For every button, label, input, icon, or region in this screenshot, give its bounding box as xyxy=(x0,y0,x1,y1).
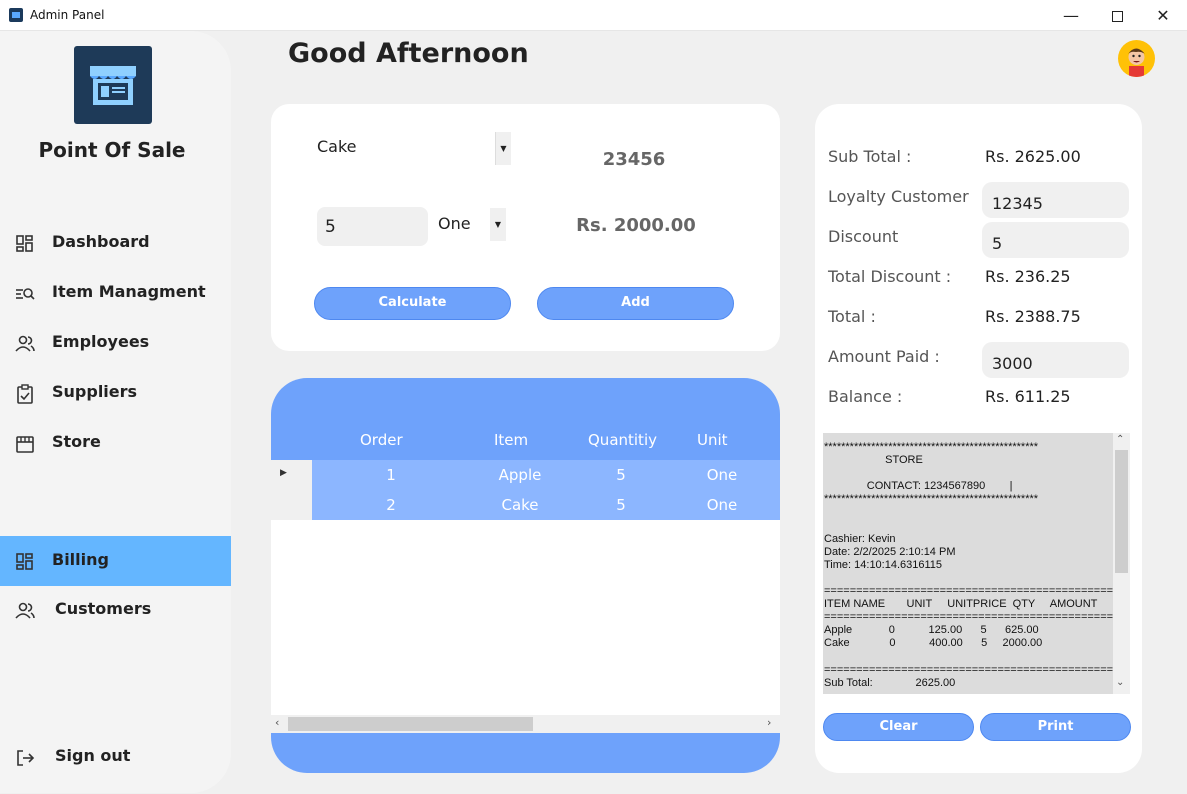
sidebar-item-label: Store xyxy=(52,432,101,451)
amount-paid-label: Amount Paid : xyxy=(828,347,940,366)
store-icon xyxy=(16,436,34,453)
scroll-right-icon[interactable]: › xyxy=(767,716,771,729)
sidebar-item-label: Billing xyxy=(52,550,109,569)
clipboard-check-icon xyxy=(17,384,33,404)
item-entry-card: Cake ▼ 23456 5 One ▼ Rs. 2000.00 Calcula… xyxy=(271,104,780,351)
total-discount-label: Total Discount : xyxy=(828,267,952,286)
table-row[interactable]: 1 Apple 5 One xyxy=(312,460,780,490)
cell-quantity: 5 xyxy=(616,466,626,484)
add-button[interactable]: Add xyxy=(537,287,734,320)
sub-total-value: Rs. 2625.00 xyxy=(985,147,1081,166)
print-button[interactable]: Print xyxy=(980,713,1131,741)
sidebar-item-label: Customers xyxy=(55,599,152,618)
minimize-button[interactable]: — xyxy=(1048,0,1094,31)
brand-title: Point Of Sale xyxy=(38,138,186,162)
sidebar-item-label: Suppliers xyxy=(52,382,138,401)
discount-label: Discount xyxy=(828,227,899,246)
item-search-icon xyxy=(16,288,35,300)
quantity-input[interactable]: 5 xyxy=(317,207,428,246)
item-code: 23456 xyxy=(602,149,666,170)
maximize-button[interactable] xyxy=(1094,0,1140,31)
column-header-order[interactable]: Order xyxy=(360,431,403,449)
scrollbar-thumb[interactable] xyxy=(1115,450,1128,573)
caret-down-icon: ▼ xyxy=(500,144,507,153)
column-header-unit[interactable]: Unit xyxy=(697,431,728,449)
sidebar-item-store[interactable]: Store xyxy=(0,418,231,468)
sidebar: Point Of Sale Dashboard Item Managment E… xyxy=(0,31,231,793)
sidebar-item-label: Employees xyxy=(52,332,150,351)
total-label: Total : xyxy=(828,307,876,326)
balance-value: Rs. 611.25 xyxy=(985,387,1071,406)
sidebar-item-sign-out[interactable]: Sign out xyxy=(0,732,231,782)
users-icon xyxy=(15,602,35,619)
sidebar-item-customers[interactable]: Customers xyxy=(0,585,231,635)
discount-input[interactable]: 5 xyxy=(982,222,1129,258)
loyalty-customer-label: Loyalty Customer xyxy=(828,187,969,206)
store-logo-icon xyxy=(90,66,136,105)
store-logo xyxy=(74,46,152,124)
title-bar: Admin Panel — ✕ xyxy=(0,0,1187,31)
app-icon xyxy=(9,8,23,22)
cell-order: 1 xyxy=(386,466,396,484)
dashboard-icon xyxy=(16,235,33,252)
unit-dropdown-button[interactable]: ▼ xyxy=(490,208,506,241)
user-avatar-icon xyxy=(1128,48,1145,77)
balance-label: Balance : xyxy=(828,387,903,406)
loyalty-customer-input[interactable]: 12345 xyxy=(982,182,1129,218)
receipt-text: ****************************************… xyxy=(824,441,1120,689)
cell-quantity: 5 xyxy=(616,496,626,514)
horizontal-scrollbar[interactable]: ‹ › xyxy=(271,715,780,733)
maximize-icon xyxy=(1111,11,1123,22)
sidebar-item-label: Sign out xyxy=(55,746,131,765)
table-empty-area xyxy=(271,520,780,733)
sign-out-icon xyxy=(17,750,35,766)
column-header-quantity[interactable]: Quantitiy xyxy=(588,431,657,449)
sidebar-item-label: Dashboard xyxy=(52,232,150,251)
calculate-button[interactable]: Calculate xyxy=(314,287,511,320)
receipt-vertical-scrollbar[interactable]: ⌃ ⌄ xyxy=(1113,433,1130,694)
close-button[interactable]: ✕ xyxy=(1140,0,1186,31)
order-table: Order Item Quantitiy Unit ▶ 1 Apple 5 On… xyxy=(271,378,780,773)
clear-button[interactable]: Clear xyxy=(823,713,974,741)
total-discount-value: Rs. 236.25 xyxy=(985,267,1071,286)
sidebar-item-label: Item Managment xyxy=(52,282,206,301)
column-header-item[interactable]: Item xyxy=(494,431,528,449)
amount-paid-input[interactable]: 3000 xyxy=(982,342,1129,378)
scroll-left-icon[interactable]: ‹ xyxy=(275,716,279,729)
total-value: Rs. 2388.75 xyxy=(985,307,1081,326)
page-title: Good Afternoon xyxy=(288,38,529,69)
sidebar-item-suppliers[interactable]: Suppliers xyxy=(0,368,231,418)
scrollbar-thumb[interactable] xyxy=(288,717,533,731)
table-row[interactable]: 2 Cake 5 One xyxy=(312,490,780,520)
cell-item: Cake xyxy=(501,496,539,514)
item-price: Rs. 2000.00 xyxy=(576,215,696,236)
item-dropdown-button[interactable]: ▼ xyxy=(495,132,511,165)
window-title: Admin Panel xyxy=(30,8,105,22)
avatar[interactable] xyxy=(1118,40,1155,77)
item-select[interactable]: Cake xyxy=(317,137,357,156)
cell-order: 2 xyxy=(386,496,396,514)
row-header-column[interactable] xyxy=(271,460,312,520)
sidebar-item-employees[interactable]: Employees xyxy=(0,318,231,368)
sub-total-label: Sub Total : xyxy=(828,147,912,166)
scroll-down-icon[interactable]: ⌄ xyxy=(1116,677,1124,688)
cell-unit: One xyxy=(706,466,738,484)
cell-item: Apple xyxy=(498,466,542,484)
unit-select[interactable]: One xyxy=(438,214,471,233)
receipt-preview[interactable]: ****************************************… xyxy=(823,433,1130,694)
sidebar-item-item-managment[interactable]: Item Managment xyxy=(0,268,231,318)
bill-summary-card: Sub Total : Rs. 2625.00 Loyalty Customer… xyxy=(815,104,1142,773)
sidebar-item-dashboard[interactable]: Dashboard xyxy=(0,218,231,268)
current-row-arrow-icon: ▶ xyxy=(280,468,287,478)
caret-down-icon: ▼ xyxy=(494,220,502,229)
dashboard-icon xyxy=(16,553,33,570)
sidebar-item-billing[interactable]: Billing xyxy=(0,536,231,586)
scroll-up-icon[interactable]: ⌃ xyxy=(1116,434,1124,445)
users-icon xyxy=(15,335,35,352)
cell-unit: One xyxy=(706,496,738,514)
